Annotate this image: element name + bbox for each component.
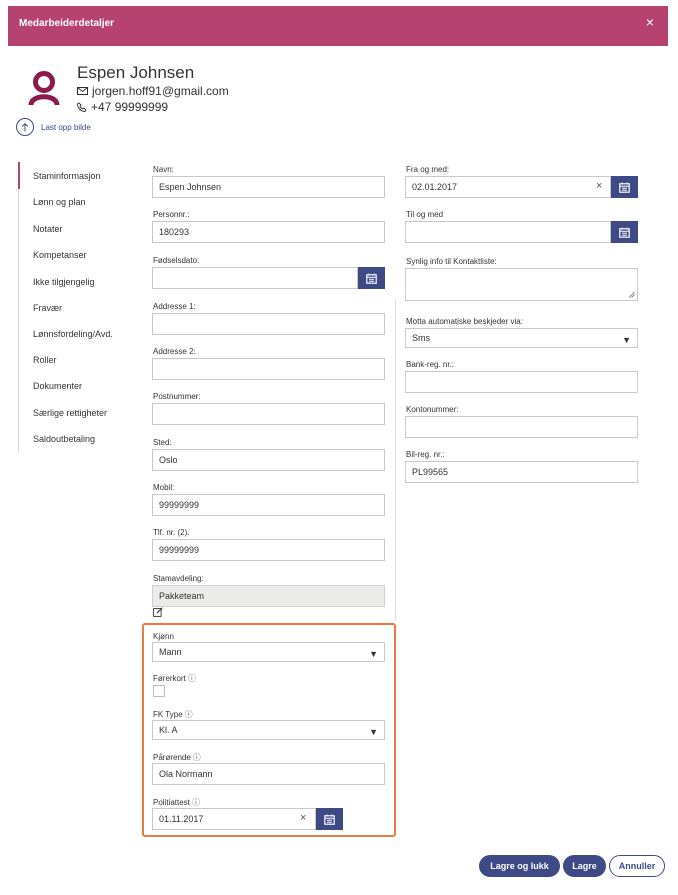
motta-value: Sms — [412, 333, 430, 343]
fra-og-med-label: Fra og med: — [406, 165, 450, 174]
addresse1-input[interactable] — [152, 313, 385, 335]
sted-label: Sted: — [153, 438, 172, 447]
mail-icon — [77, 87, 88, 95]
bank-reg-input[interactable] — [405, 371, 638, 393]
close-icon[interactable]: × — [646, 15, 654, 29]
sted-input[interactable]: Oslo — [152, 449, 385, 471]
postnummer-label: Postnummer: — [153, 392, 201, 401]
motta-select[interactable]: Sms ▼ — [405, 328, 638, 348]
upload-photo-label: Last opp bilde — [41, 122, 91, 132]
forerkort-checkbox[interactable] — [153, 685, 165, 697]
info-icon: ⓘ — [192, 753, 201, 762]
kontonummer-input[interactable] — [405, 416, 638, 438]
nav-item-fravaer[interactable]: Fravær — [33, 303, 62, 313]
fodselsdato-input[interactable] — [152, 267, 358, 289]
kjonn-select[interactable]: Mann ▼ — [152, 642, 385, 662]
nav-item-staminformasjon[interactable]: Staminformasjon — [33, 171, 101, 181]
tlf2-input[interactable]: 99999999 — [152, 539, 385, 561]
parorende-input[interactable]: Ola Normann — [152, 763, 385, 785]
dropdown-arrow-icon: ▼ — [622, 335, 631, 345]
nav-item-lonn-og-plan[interactable]: Lønn og plan — [33, 197, 86, 207]
nav-item-saerlige-rettigheter[interactable]: Særlige rettigheter — [33, 408, 107, 418]
parorende-label: Pårørende ⓘ — [153, 753, 201, 762]
info-icon: ⓘ — [187, 674, 196, 683]
til-og-med-input[interactable] — [405, 221, 611, 243]
personnr-input[interactable]: 180293 — [152, 221, 385, 243]
calendar-icon — [324, 814, 335, 825]
fra-og-med-input[interactable]: 02.01.2017 — [405, 176, 611, 198]
fk-type-select[interactable]: Kl. A ▼ — [152, 720, 385, 740]
nav-item-dokumenter[interactable]: Dokumenter — [33, 381, 82, 391]
cancel-button[interactable]: Annuller — [609, 855, 665, 877]
info-icon: ⓘ — [184, 710, 193, 719]
kontonummer-label: Kontonummer: — [406, 405, 459, 414]
forerkort-label: Førerkort ⓘ — [153, 674, 196, 683]
synlig-info-textarea[interactable] — [405, 268, 638, 301]
calendar-icon — [366, 273, 377, 284]
tlf2-label: Tlf. nr. (2). — [153, 528, 190, 537]
employee-phone-row: +47 99999999 — [77, 100, 168, 114]
mobil-label: Mobil: — [153, 483, 175, 492]
bil-reg-input[interactable]: PL99565 — [405, 461, 638, 483]
save-and-close-button[interactable]: Lagre og lukk — [479, 855, 560, 877]
column-divider — [395, 300, 396, 620]
dialog-header: Medarbeiderdetaljer × — [8, 6, 668, 46]
dialog-title: Medarbeiderdetaljer — [19, 18, 115, 29]
addresse2-input[interactable] — [152, 358, 385, 380]
navn-input[interactable]: Espen Johnsen — [152, 176, 385, 198]
mobil-input[interactable]: 99999999 — [152, 494, 385, 516]
addresse2-label: Addresse 2: — [153, 347, 196, 356]
section-nav: Staminformasjon Lønn og plan Notater Kom… — [18, 162, 130, 452]
dropdown-arrow-icon: ▼ — [369, 727, 378, 737]
nav-item-kompetanser[interactable]: Kompetanser — [33, 250, 87, 260]
employee-phone: +47 99999999 — [91, 100, 169, 114]
fodselsdato-label: Fødselsdato: — [153, 256, 200, 265]
clear-icon[interactable]: × — [596, 181, 602, 192]
stamavdeling-input: Pakketeam — [152, 585, 385, 607]
employee-name: Espen Johnsen — [77, 63, 195, 82]
clear-icon[interactable]: × — [300, 813, 306, 824]
kjonn-value: Mann — [159, 647, 182, 657]
nav-active-indicator — [18, 162, 20, 189]
avatar-icon — [28, 71, 60, 106]
bil-reg-label: Bil-reg. nr.: — [406, 450, 445, 459]
postnummer-input[interactable] — [152, 403, 385, 425]
addresse1-label: Addresse 1: — [153, 302, 196, 311]
phone-icon — [77, 102, 87, 112]
fodselsdato-calendar-button[interactable] — [358, 267, 385, 289]
upload-photo-button[interactable]: Last opp bilde — [16, 118, 91, 136]
fra-og-med-calendar-button[interactable] — [611, 176, 638, 198]
kjonn-label: Kjønn — [153, 632, 174, 641]
nav-item-lonnsfordeling[interactable]: Lønnsfordeling/Avd. — [33, 329, 113, 339]
info-icon: ⓘ — [191, 798, 200, 807]
employee-email-row: jorgen.hoff91@gmail.com — [77, 84, 229, 98]
employee-email: jorgen.hoff91@gmail.com — [92, 84, 229, 98]
politiattest-label: Politiattest ⓘ — [153, 798, 200, 807]
upload-icon — [16, 118, 34, 136]
synlig-info-label: Synlig info til Kontaktliste: — [406, 257, 497, 266]
edit-icon[interactable] — [153, 607, 163, 617]
calendar-icon — [619, 227, 630, 238]
personnr-label: Personnr.: — [153, 210, 190, 219]
save-button[interactable]: Lagre — [563, 855, 606, 877]
resize-icon[interactable] — [628, 291, 635, 298]
politiattest-calendar-button[interactable] — [316, 808, 343, 830]
dropdown-arrow-icon: ▼ — [369, 649, 378, 659]
nav-item-ikke-tilgjengelig[interactable]: Ikke tilgjengelig — [33, 277, 95, 287]
til-og-med-calendar-button[interactable] — [611, 221, 638, 243]
nav-item-saldoutbetaling[interactable]: Saldoutbetaling — [33, 434, 95, 444]
navn-label: Navn: — [153, 165, 174, 174]
fk-type-label: FK Type ⓘ — [153, 710, 193, 719]
stamavdeling-label: Stamavdeling: — [153, 574, 204, 583]
nav-item-roller[interactable]: Roller — [33, 355, 57, 365]
politiattest-input[interactable]: 01.11.2017 — [152, 808, 316, 830]
fk-type-value: Kl. A — [159, 725, 178, 735]
motta-label: Motta automatiske beskjeder via: — [406, 317, 523, 326]
calendar-icon — [619, 182, 630, 193]
bank-reg-label: Bank-reg. nr.: — [406, 360, 455, 369]
nav-item-notater[interactable]: Notater — [33, 224, 63, 234]
til-og-med-label: Til og med — [406, 210, 444, 219]
